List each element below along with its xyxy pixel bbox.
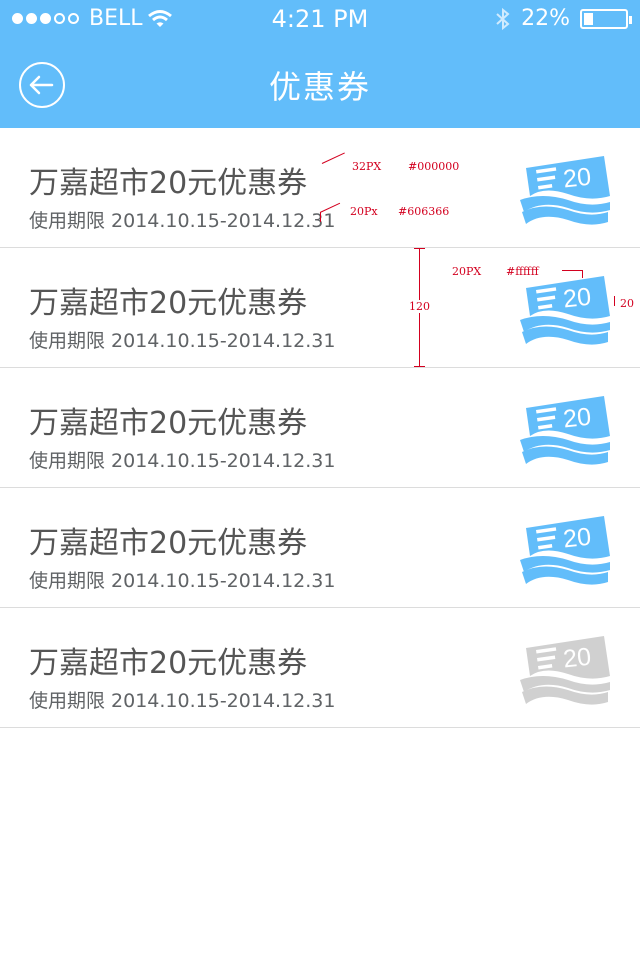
- coupon-amount: 20: [562, 523, 593, 554]
- coupon-validity: 使用期限 2014.10.15-2014.12.31: [29, 210, 336, 232]
- coupon-title: 万嘉超市20元优惠券: [29, 526, 308, 561]
- battery-icon: [580, 8, 632, 29]
- ticket-icon: 20: [520, 276, 610, 345]
- annotation-margin-line: [614, 296, 615, 306]
- annotation-date-size: 20Px: [350, 205, 378, 218]
- coupon-validity: 使用期限 2014.10.15-2014.12.31: [29, 450, 336, 472]
- ticket-icon: 20: [520, 396, 610, 465]
- coupon-item[interactable]: 万嘉超市20元优惠券使用期限 2014.10.15-2014.12.31 20: [0, 488, 640, 608]
- coupon-item[interactable]: 万嘉超市20元优惠券使用期限 2014.10.15-2014.12.31 20: [0, 248, 640, 368]
- coupon-item[interactable]: 万嘉超市20元优惠券使用期限 2014.10.15-2014.12.31 20: [0, 128, 640, 248]
- coupon-title: 万嘉超市20元优惠券: [29, 406, 308, 441]
- annotation-pointer: [582, 270, 583, 278]
- coupon-title: 万嘉超市20元优惠券: [29, 286, 308, 321]
- battery-percent: 22%: [521, 6, 570, 31]
- coupon-item[interactable]: 万嘉超市20元优惠券使用期限 2014.10.15-2014.12.31 20: [0, 608, 640, 728]
- annotation-icon-margin: 20: [620, 297, 634, 310]
- coupon-amount: 20: [562, 643, 593, 674]
- coupon-title: 万嘉超市20元优惠券: [29, 166, 308, 201]
- coupon-validity: 使用期限 2014.10.15-2014.12.31: [29, 570, 336, 592]
- status-bar: BELL 4:21 PM 22%: [0, 0, 640, 40]
- annotation-title-size: 32PX: [352, 160, 382, 173]
- annotation-pointer: [562, 270, 582, 271]
- ticket-icon: 20: [520, 516, 610, 585]
- coupon-validity: 使用期限 2014.10.15-2014.12.31: [29, 330, 336, 352]
- coupon-item[interactable]: 万嘉超市20元优惠券使用期限 2014.10.15-2014.12.31 20: [0, 368, 640, 488]
- coupon-amount: 20: [562, 163, 593, 194]
- bluetooth-icon: [496, 7, 510, 30]
- annotation-title-color: #000000: [408, 160, 460, 173]
- status-right: 22%: [495, 6, 632, 31]
- coupon-title: 万嘉超市20元优惠券: [29, 646, 308, 681]
- annotation-date-color: #606366: [398, 205, 450, 218]
- annotation-row-height: 120: [409, 300, 430, 313]
- annotation-pointer: [320, 212, 321, 222]
- coupon-amount: 20: [562, 283, 593, 314]
- coupon-validity: 使用期限 2014.10.15-2014.12.31: [29, 690, 336, 712]
- annotation-height-line: [414, 248, 425, 249]
- annotation-height-line: [414, 366, 425, 367]
- ticket-icon: 20: [520, 156, 610, 225]
- nav-bar: 优惠券: [0, 40, 640, 128]
- annotation-icon-size: 20PX: [452, 265, 482, 278]
- annotation-icon-color: #ffffff: [506, 265, 539, 278]
- ticket-icon: 20: [520, 636, 610, 705]
- coupon-amount: 20: [562, 403, 593, 434]
- page-title: 优惠券: [268, 68, 371, 106]
